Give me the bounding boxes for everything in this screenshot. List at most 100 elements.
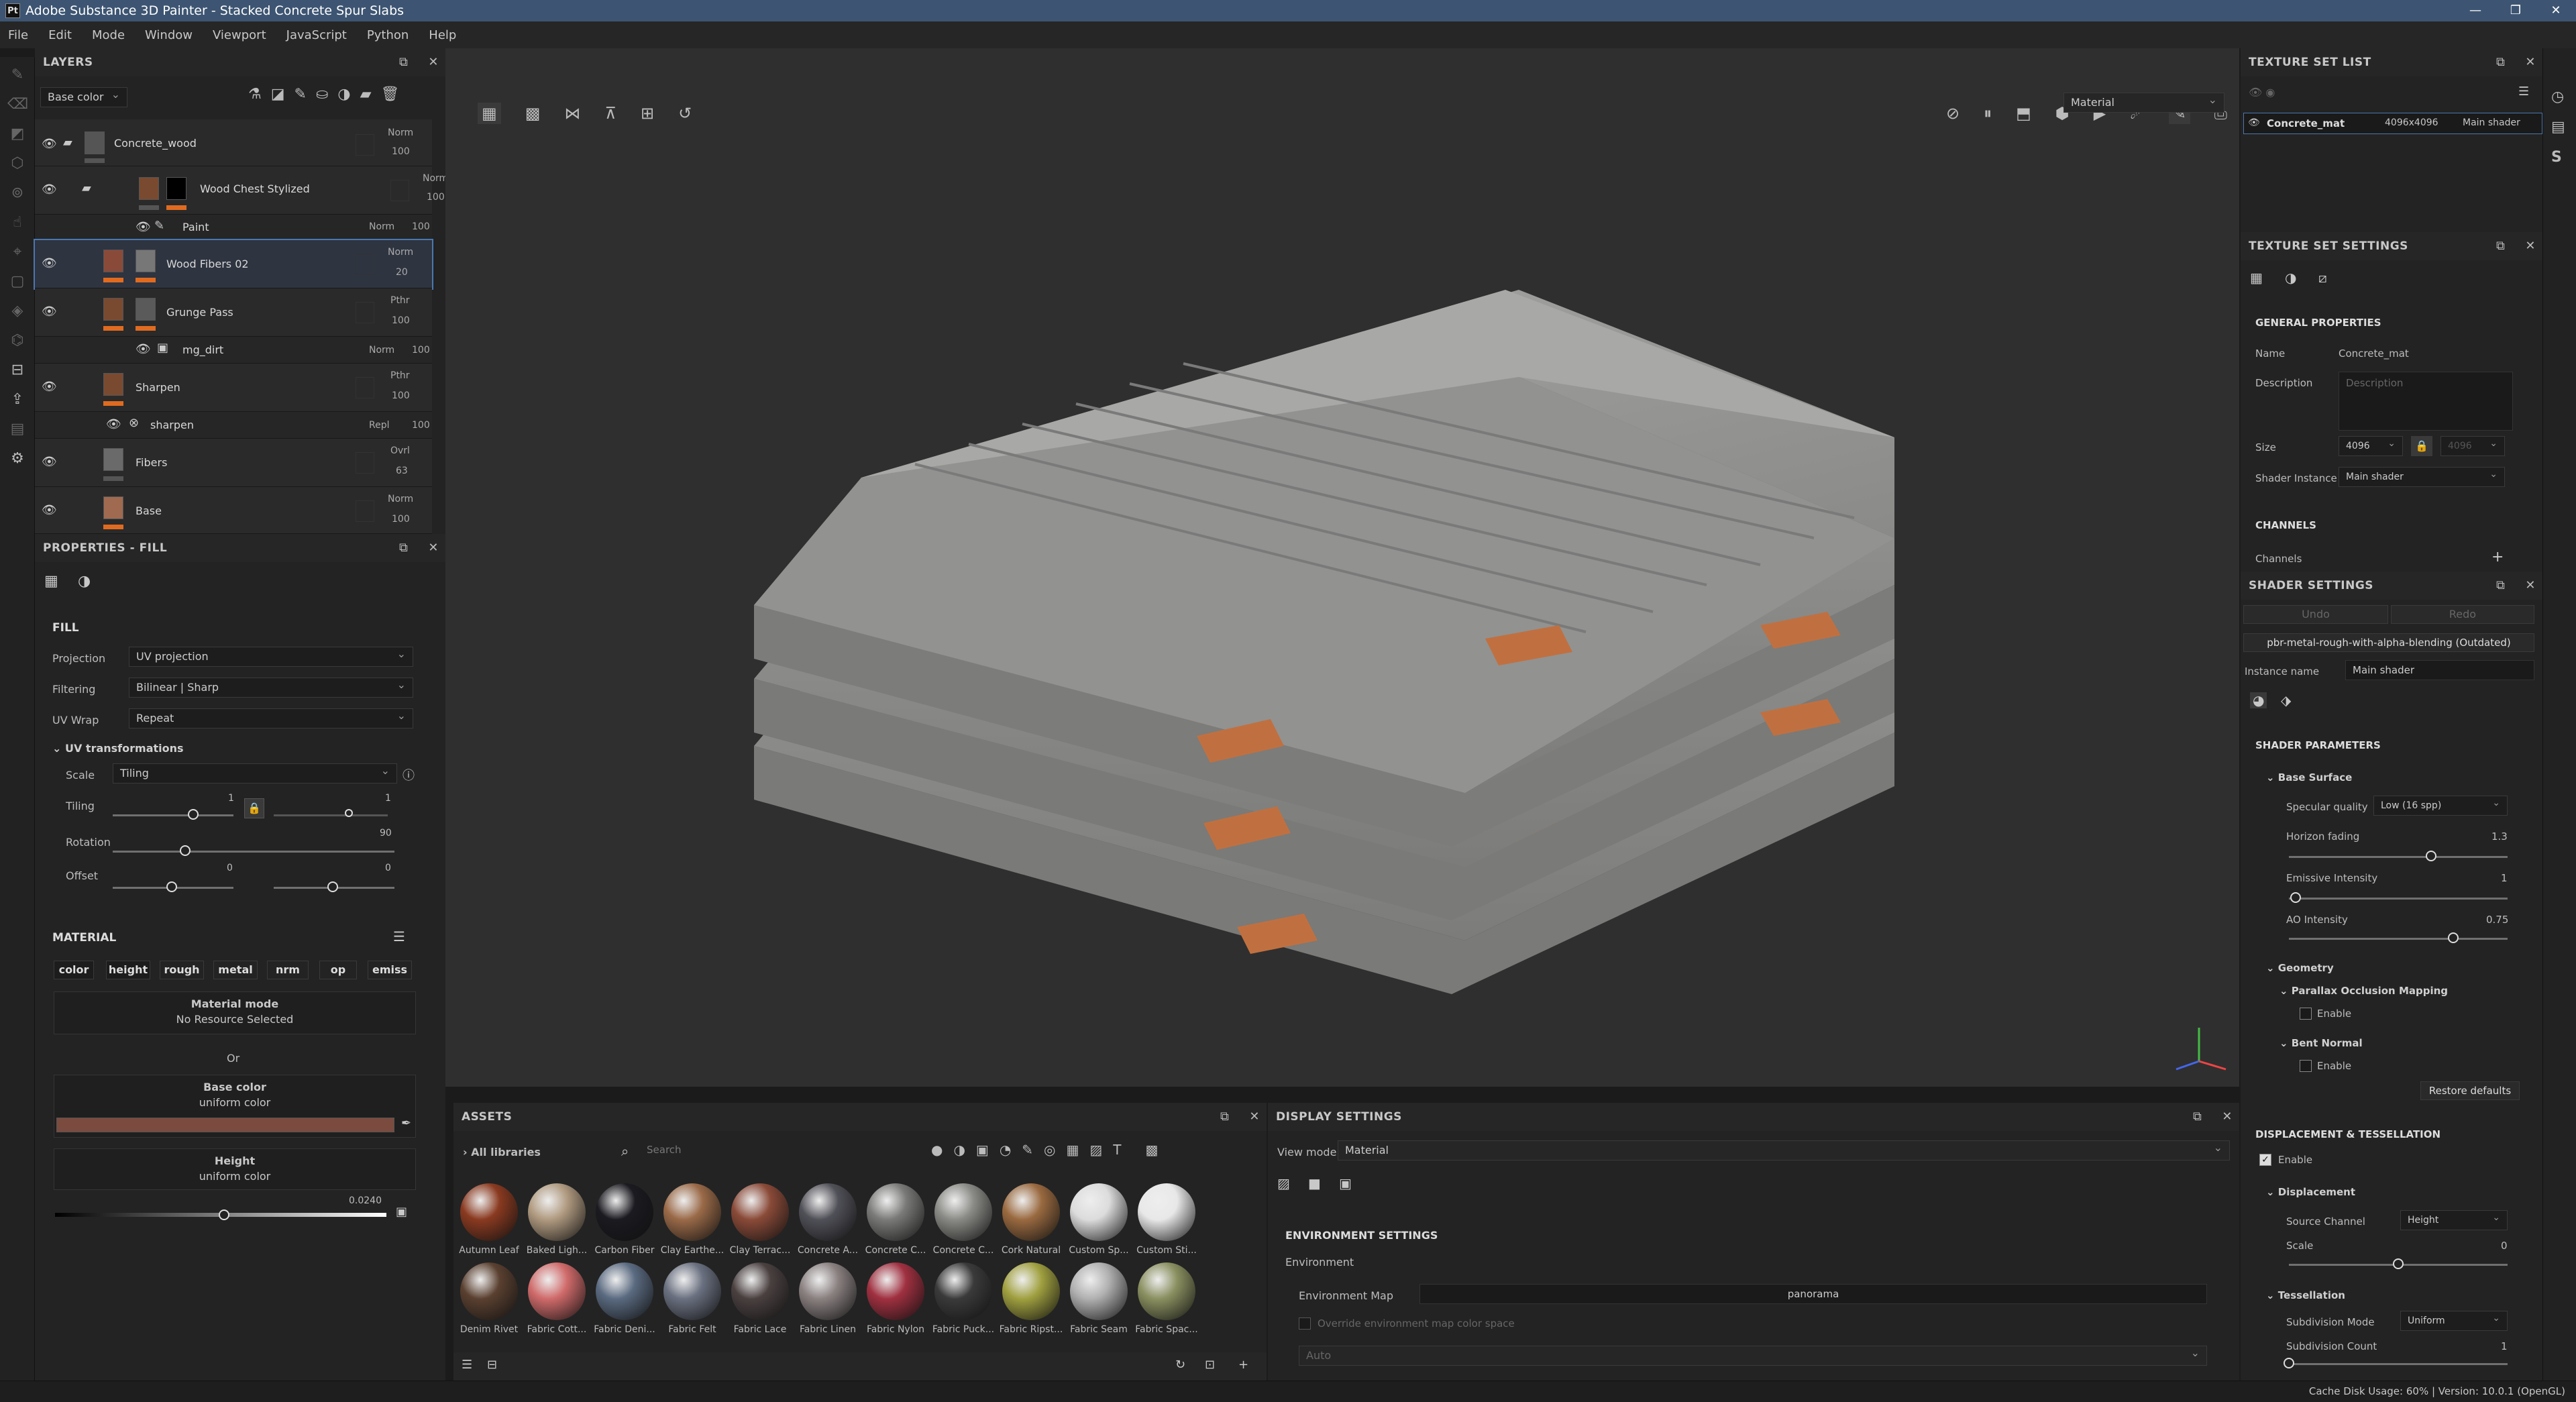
instance-name-input[interactable]: Main shader bbox=[2345, 660, 2534, 680]
blend-mode[interactable]: Pthr bbox=[390, 295, 410, 306]
material-ball-icon[interactable] bbox=[1070, 1183, 1128, 1241]
float-panel-icon[interactable]: ⧉ bbox=[399, 48, 408, 76]
ao-intensity-knob[interactable] bbox=[2447, 932, 2459, 943]
material-ball-icon[interactable] bbox=[1002, 1183, 1060, 1241]
undo-button[interactable]: Undo bbox=[2243, 605, 2388, 624]
close-panel-icon[interactable]: ✕ bbox=[2525, 48, 2536, 76]
material-ball-icon[interactable] bbox=[867, 1262, 924, 1320]
channel-chip-op[interactable]: op bbox=[319, 961, 357, 979]
viewer-tab-icon[interactable]: ▣ bbox=[1339, 1175, 1352, 1191]
add-asset-icon[interactable]: + bbox=[1238, 1358, 1248, 1372]
mesh-tab-icon[interactable]: ◑ bbox=[2285, 270, 2296, 286]
opacity-value[interactable]: 63 bbox=[396, 466, 408, 476]
substance-icon[interactable]: S bbox=[2551, 149, 2568, 166]
add-paint-layer-icon[interactable]: ✎ bbox=[294, 86, 307, 103]
shader-instance-select[interactable]: Main shader bbox=[2339, 465, 2505, 487]
layer-row[interactable]: 👁 ▰ Wood Chest Stylized Norm 100 bbox=[35, 166, 448, 215]
blend-mode[interactable]: Norm bbox=[388, 247, 413, 258]
emissive-intensity-slider[interactable] bbox=[2289, 898, 2508, 900]
opacity-value[interactable]: 100 bbox=[412, 345, 430, 356]
menu-javascript[interactable]: JavaScript bbox=[286, 28, 347, 42]
colorspace-select[interactable]: Auto bbox=[1299, 1344, 2207, 1366]
menu-edit[interactable]: Edit bbox=[48, 28, 72, 42]
tiling-slider[interactable] bbox=[113, 814, 233, 816]
horizon-fading-knob[interactable] bbox=[2425, 851, 2436, 861]
close-panel-icon[interactable]: ✕ bbox=[428, 48, 439, 76]
opacity-value[interactable]: 100 bbox=[412, 221, 430, 232]
base-color-swatch[interactable] bbox=[56, 1118, 394, 1132]
history-panel-icon[interactable]: ◷ bbox=[2551, 89, 2568, 105]
material-ball-icon[interactable] bbox=[663, 1183, 721, 1241]
eraser-icon[interactable]: ⌫ bbox=[7, 96, 28, 116]
opacity-value[interactable]: 100 bbox=[412, 420, 430, 431]
restore-icon[interactable]: ❐ bbox=[2496, 0, 2536, 21]
float-panel-icon[interactable]: ⧉ bbox=[2193, 1103, 2202, 1131]
blend-mode[interactable]: Norm bbox=[369, 221, 394, 232]
filter-brush-icon[interactable]: ✎ bbox=[1022, 1142, 1033, 1158]
close-panel-icon[interactable]: ✕ bbox=[2525, 572, 2536, 600]
displacement-header[interactable]: ⌄ Displacement bbox=[2266, 1186, 2355, 1198]
layer-row[interactable]: 👁 Wood Fibers 02 Norm 20 bbox=[34, 239, 433, 290]
blend-mode[interactable]: Norm bbox=[369, 345, 394, 356]
refresh-icon[interactable]: ↻ bbox=[1175, 1358, 1185, 1372]
material-mode-box[interactable]: Material mode No Resource Selected bbox=[54, 991, 416, 1034]
add-effect-icon[interactable]: ⚗ bbox=[248, 86, 262, 103]
projection-select[interactable]: UV projection bbox=[129, 645, 413, 667]
asset-search-input[interactable]: Search bbox=[640, 1140, 861, 1159]
geometry-mask-icon[interactable]: ⬡ bbox=[7, 155, 28, 175]
material-ball-icon[interactable] bbox=[1138, 1262, 1195, 1320]
rotation-knob[interactable] bbox=[180, 845, 191, 856]
material-ball-icon[interactable] bbox=[460, 1183, 518, 1241]
clone-icon[interactable]: ⊚ bbox=[7, 184, 28, 205]
camera-tab-icon[interactable]: ■ bbox=[1308, 1175, 1321, 1191]
uv-transformations-header[interactable]: ⌄ UV transformations bbox=[52, 742, 184, 755]
selection-icon[interactable]: ▢ bbox=[7, 273, 28, 293]
float-panel-icon[interactable]: ⧉ bbox=[2496, 48, 2505, 76]
geometry-header[interactable]: ⌄ Geometry bbox=[2266, 962, 2334, 974]
layer-row[interactable]: 👁 ✎ Paint Norm 100 bbox=[35, 215, 432, 240]
material-ball-icon[interactable] bbox=[596, 1183, 653, 1241]
texture-set-row[interactable]: 👁 Concrete_mat 4096x4096 Main shader bbox=[2243, 113, 2542, 134]
filter-text-icon[interactable]: T bbox=[1113, 1142, 1121, 1158]
blend-mode[interactable]: Norm bbox=[388, 494, 413, 504]
base-surface-header[interactable]: ⌄ Base Surface bbox=[2266, 771, 2352, 784]
env-map-field[interactable]: panorama bbox=[1419, 1284, 2207, 1304]
blend-mode[interactable]: Repl bbox=[369, 420, 390, 431]
shader-extra-tab-icon[interactable]: ⬗ bbox=[2281, 692, 2291, 708]
float-panel-icon[interactable]: ⧉ bbox=[1220, 1103, 1229, 1131]
material-ball-icon[interactable] bbox=[1002, 1262, 1060, 1320]
material-ball-icon[interactable] bbox=[1138, 1183, 1195, 1241]
channel-chip-color[interactable]: color bbox=[54, 961, 94, 979]
log-panel-icon[interactable]: ▤ bbox=[2551, 119, 2568, 136]
opacity-value[interactable]: 100 bbox=[427, 192, 445, 203]
height-knob[interactable] bbox=[218, 1209, 229, 1220]
restore-defaults-button[interactable]: Restore defaults bbox=[2420, 1081, 2520, 1100]
size-lock-icon[interactable]: 🔒 bbox=[2411, 436, 2432, 456]
filter-alpha-icon[interactable]: ▦ bbox=[1066, 1142, 1079, 1158]
material-ball-icon[interactable] bbox=[460, 1262, 518, 1320]
float-panel-icon[interactable]: ⧉ bbox=[399, 534, 408, 562]
close-panel-icon[interactable]: ✕ bbox=[1249, 1103, 1260, 1131]
material-menu-icon[interactable]: ☰ bbox=[393, 928, 405, 945]
layer-row[interactable]: 👁 ▣ mg_dirt Norm 100 bbox=[35, 337, 432, 364]
minimize-icon[interactable]: — bbox=[2455, 0, 2496, 21]
filter-environment-icon[interactable]: ▨ bbox=[1089, 1142, 1102, 1158]
list-menu-icon[interactable]: ☰ bbox=[2518, 85, 2529, 99]
material-ball-icon[interactable] bbox=[731, 1262, 789, 1320]
size-select-2[interactable]: 4096 bbox=[2440, 434, 2505, 456]
opacity-value[interactable]: 20 bbox=[396, 267, 408, 278]
channel-chip-nrm[interactable]: nrm bbox=[267, 961, 309, 979]
visibility-eye-icon[interactable]: 👁 bbox=[136, 220, 153, 234]
source-channel-select[interactable]: Height bbox=[2400, 1208, 2508, 1230]
shader-params-tab-icon[interactable]: ◕ bbox=[2250, 692, 2267, 708]
filter-particle-icon[interactable]: ◎ bbox=[1044, 1142, 1055, 1158]
blend-mode[interactable]: Norm bbox=[423, 173, 448, 184]
bent-enable-checkbox[interactable] bbox=[2300, 1060, 2312, 1072]
layer-row[interactable]: 👁 ▰ Concrete_wood Norm 100 bbox=[35, 119, 432, 166]
channel-chip-metal[interactable]: metal bbox=[213, 961, 258, 979]
lock-icon[interactable]: 🔒 bbox=[244, 798, 264, 818]
close-panel-icon[interactable]: ✕ bbox=[428, 534, 439, 562]
shader-select-button[interactable]: pbr-metal-rough-with-alpha-blending (Out… bbox=[2243, 633, 2534, 652]
menu-file[interactable]: File bbox=[8, 28, 28, 42]
export-icon[interactable]: ⇪ bbox=[7, 391, 28, 411]
